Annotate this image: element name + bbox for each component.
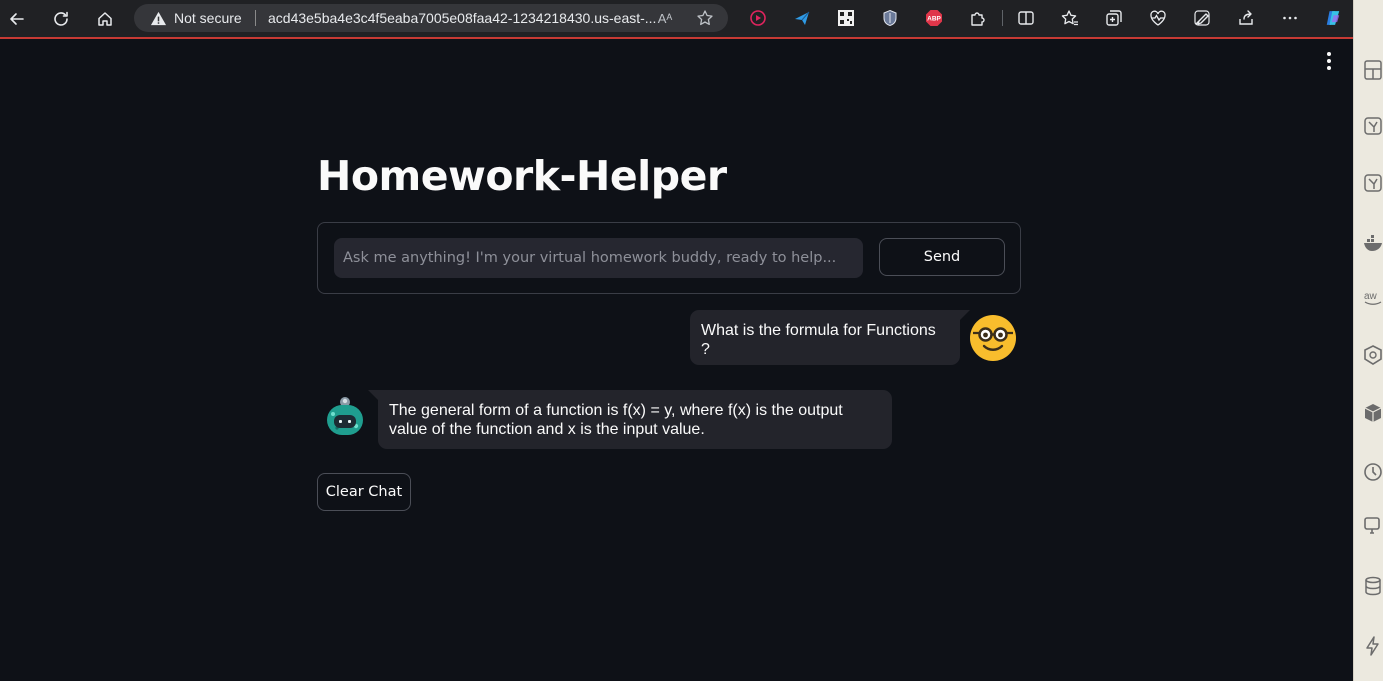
home-icon[interactable] xyxy=(92,6,118,32)
clock-icon[interactable] xyxy=(1362,461,1383,483)
shield-icon[interactable] xyxy=(880,8,900,28)
split-screen-icon[interactable] xyxy=(1016,8,1036,28)
bolt-icon[interactable] xyxy=(1362,635,1383,657)
sidebar: aw xyxy=(1353,0,1383,681)
back-icon[interactable] xyxy=(4,6,30,32)
read-aloud-icon[interactable]: Aᴬ xyxy=(655,8,675,28)
url-text[interactable]: acd43e5ba4e3c4f5eaba7005e08faa42-1234218… xyxy=(268,4,656,32)
paper-plane-icon[interactable] xyxy=(792,8,812,28)
docker-icon[interactable] xyxy=(1362,232,1383,254)
send-button[interactable]: Send xyxy=(879,238,1005,276)
layout-icon[interactable] xyxy=(1362,59,1383,81)
address-divider xyxy=(255,10,256,26)
aws-icon[interactable]: aw xyxy=(1362,286,1383,308)
favorites-icon[interactable] xyxy=(1060,8,1080,28)
security-indicator[interactable]: Not secure xyxy=(140,4,242,32)
security-label: Not secure xyxy=(174,10,242,26)
bot-message: The general form of a function is f(x) =… xyxy=(368,390,892,449)
box-icon[interactable] xyxy=(1362,402,1383,424)
app-menu-icon[interactable] xyxy=(1320,52,1338,70)
browser-toolbar: Not secure acd43e5ba4e3c4f5eaba7005e08fa… xyxy=(0,0,1353,39)
qr-code-icon[interactable] xyxy=(836,8,856,28)
kubernetes-icon[interactable] xyxy=(1362,344,1383,366)
leaf-icon[interactable] xyxy=(1362,115,1383,137)
user-avatar-icon xyxy=(969,314,1017,362)
device-icon[interactable] xyxy=(1362,515,1383,537)
performance-icon[interactable] xyxy=(1192,8,1212,28)
refresh-icon[interactable] xyxy=(48,6,74,32)
adblock-icon[interactable]: ABP xyxy=(924,8,944,28)
chat-form: Send xyxy=(317,222,1021,294)
copilot-icon[interactable] xyxy=(1320,5,1346,31)
puzzle-extensions-icon[interactable] xyxy=(968,8,988,28)
clear-chat-button[interactable]: Clear Chat xyxy=(317,473,411,511)
database-icon[interactable] xyxy=(1362,575,1383,597)
screen-recorder-icon[interactable] xyxy=(748,8,768,28)
adblock-label: ABP xyxy=(927,16,941,23)
svg-text:aw: aw xyxy=(1364,291,1378,302)
leaf-icon-2[interactable] xyxy=(1362,172,1383,194)
chat-input[interactable] xyxy=(334,238,863,278)
collections-icon[interactable] xyxy=(1104,8,1124,28)
toolbar-divider xyxy=(1002,10,1003,26)
more-icon[interactable] xyxy=(1280,8,1300,28)
browser-essentials-icon[interactable] xyxy=(1148,8,1168,28)
user-message: What is the formula for Functions ? xyxy=(690,310,970,365)
bot-avatar-icon xyxy=(322,394,368,440)
share-icon[interactable] xyxy=(1236,8,1256,28)
page-title: Homework-Helper xyxy=(317,152,727,200)
warning-icon xyxy=(150,11,167,25)
favorite-star-icon[interactable] xyxy=(695,8,715,28)
